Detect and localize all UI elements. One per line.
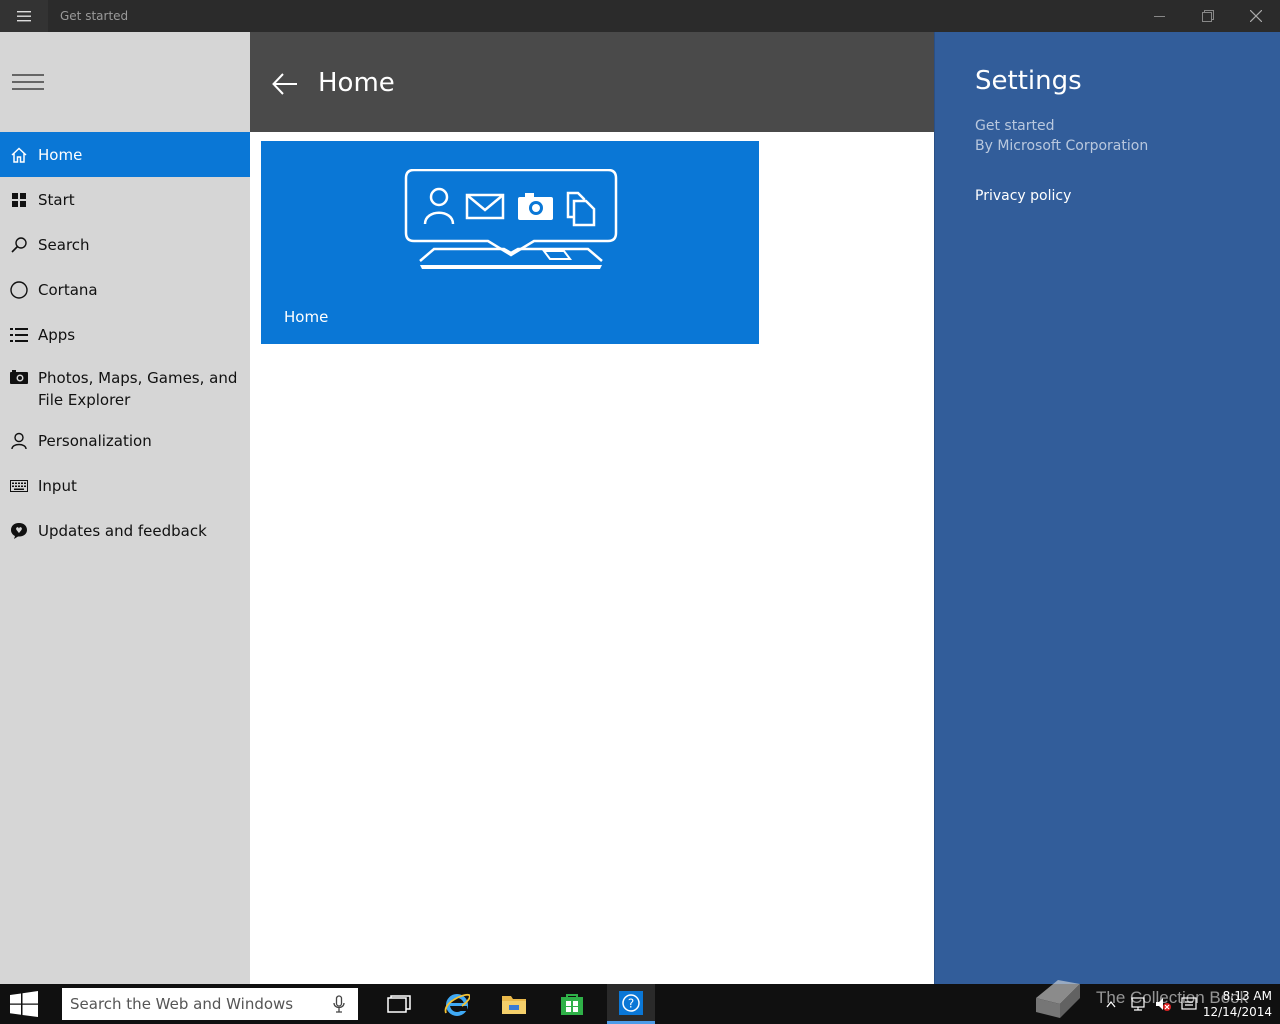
feedback-icon: ♥ (0, 522, 38, 540)
svg-text:♥: ♥ (15, 526, 22, 535)
sidebar-item-updates-feedback[interactable]: ♥ Updates and feedback (0, 508, 250, 553)
sidebar-item-start[interactable]: Start (0, 177, 250, 222)
sidebar-item-label: Home (38, 145, 83, 164)
cortana-icon (0, 280, 38, 300)
main-content: Home Home (250, 32, 934, 984)
sidebar-item-label: Search (38, 235, 90, 254)
get-started-app-icon[interactable]: ? (607, 984, 655, 1024)
start-grid-icon (0, 192, 38, 207)
search-icon (0, 236, 38, 254)
camera-icon (0, 367, 38, 385)
windows-start-icon[interactable] (0, 984, 48, 1024)
sidebar-item-label: Apps (38, 325, 76, 344)
minimize-button[interactable] (1136, 0, 1184, 32)
keyboard-icon (0, 479, 38, 492)
apps-list-icon (0, 327, 38, 343)
home-tile-label: Home (284, 308, 329, 326)
microphone-icon[interactable] (324, 995, 354, 1013)
settings-app-name: Get started (975, 118, 1055, 134)
person-icon (0, 432, 38, 450)
sidebar-item-label: Updates and feedback (38, 521, 207, 540)
page-title: Home (318, 68, 395, 98)
sidebar-item-label: Start (38, 190, 75, 209)
sidebar-item-home[interactable]: Home (0, 132, 250, 177)
restore-button[interactable] (1184, 0, 1232, 32)
show-hidden-icons-icon[interactable] (1102, 984, 1120, 1024)
home-tile-illustration (404, 168, 618, 279)
settings-title: Settings (975, 66, 1082, 96)
page-header: Home (250, 32, 934, 132)
file-explorer-icon[interactable] (490, 984, 538, 1024)
close-button[interactable] (1232, 0, 1280, 32)
home-tile[interactable]: Home (261, 141, 759, 344)
sidebar-item-search[interactable]: Search (0, 222, 250, 267)
network-icon[interactable] (1128, 984, 1150, 1024)
sidebar-menu-icon[interactable] (12, 72, 44, 92)
sidebar-item-photos-maps[interactable]: Photos, Maps, Games, and File Explorer (0, 361, 250, 423)
settings-panel: Settings Get started By Microsoft Corpor… (934, 32, 1280, 984)
action-center-icon[interactable] (1178, 984, 1200, 1024)
sidebar: Home Start Search Cortana Apps Photos, M… (0, 32, 250, 984)
internet-explorer-icon[interactable] (433, 984, 481, 1024)
sidebar-item-label: Input (38, 476, 77, 495)
sidebar-item-label: Photos, Maps, Games, and File Explorer (38, 369, 238, 409)
window-title: Get started (60, 9, 129, 23)
taskbar-search-box[interactable] (62, 988, 358, 1020)
sidebar-item-input[interactable]: Input (0, 463, 250, 508)
back-arrow-icon[interactable] (270, 68, 302, 100)
privacy-policy-link[interactable]: Privacy policy (975, 188, 1071, 204)
sidebar-item-label: Cortana (38, 280, 98, 299)
clock-time: 8:13 AM (1222, 989, 1272, 1003)
title-bar: Get started (0, 0, 1280, 32)
sidebar-item-apps[interactable]: Apps (0, 312, 250, 357)
sidebar-item-label: Personalization (38, 431, 152, 450)
store-icon[interactable] (548, 984, 596, 1024)
clock-date: 12/14/2014 (1202, 1005, 1272, 1019)
hamburger-menu-icon[interactable] (0, 0, 48, 32)
taskbar-search-input[interactable] (62, 989, 324, 1019)
home-icon (0, 146, 38, 164)
svg-text:?: ? (628, 996, 634, 1010)
sidebar-item-personalization[interactable]: Personalization (0, 418, 250, 463)
sidebar-item-cortana[interactable]: Cortana (0, 267, 250, 312)
settings-publisher: By Microsoft Corporation (975, 138, 1149, 154)
task-view-icon[interactable] (375, 984, 423, 1024)
taskbar: ? The Collection Book 8:13 AM 12/14/2014 (0, 980, 1280, 1024)
volume-muted-icon[interactable] (1152, 984, 1174, 1024)
taskbar-clock[interactable]: 8:13 AM 12/14/2014 (1200, 988, 1272, 1020)
